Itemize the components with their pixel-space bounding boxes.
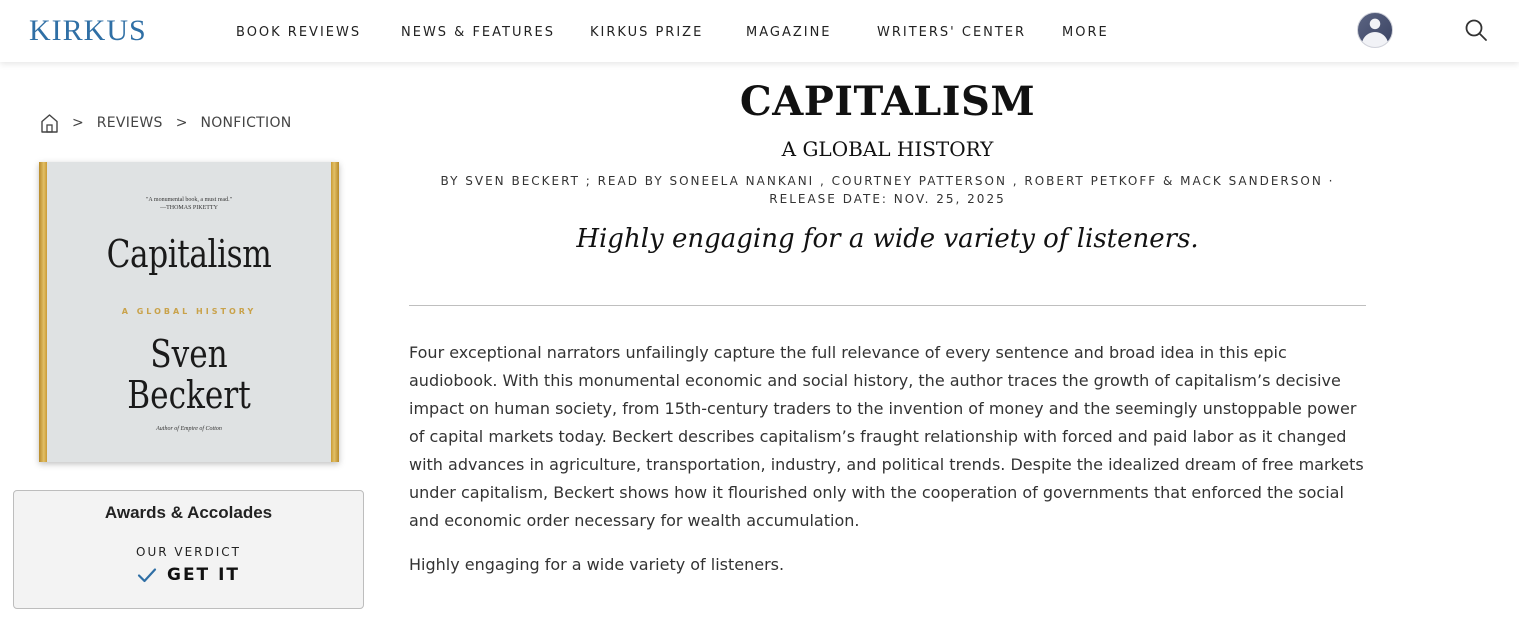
- breadcrumb-reviews[interactable]: REVIEWS: [97, 115, 163, 131]
- breadcrumb-nonfiction[interactable]: NONFICTION: [200, 115, 291, 131]
- pull-quote: Highly engaging for a wide variety of li…: [576, 224, 1199, 254]
- nav-book-reviews[interactable]: BOOK REVIEWS: [236, 25, 361, 40]
- nav-magazine[interactable]: MAGAZINE: [746, 25, 832, 40]
- top-navigation-bar: KIRKUS BOOK REVIEWS NEWS & FEATURES KIRK…: [0, 0, 1519, 62]
- cover-quote: "A monumental book, a must read." —THOMA…: [39, 196, 339, 212]
- user-avatar[interactable]: [1357, 12, 1393, 48]
- review-body: Four exceptional narrators unfailingly c…: [409, 343, 1364, 530]
- cover-quote-attribution: —THOMAS PIKETTY: [160, 205, 218, 211]
- breadcrumb-separator: >: [72, 115, 84, 131]
- cover-quote-text: "A monumental book, a must read.": [145, 197, 233, 203]
- cover-author-note: Author of Empire of Cotton: [156, 426, 222, 432]
- book-byline: BY SVEN BECKERT ; READ BY SONEELA NANKAN…: [440, 174, 1335, 206]
- nav-news-features[interactable]: NEWS & FEATURES: [401, 25, 555, 40]
- home-icon[interactable]: [40, 113, 59, 133]
- cover-subtitle: A GLOBAL HISTORY: [121, 307, 257, 316]
- book-title: CAPITALISM: [739, 78, 1036, 125]
- nav-writers-center[interactable]: WRITERS' CENTER: [877, 25, 1026, 40]
- review-bottom-line: Highly engaging for a wide variety of li…: [409, 555, 785, 574]
- awards-title: Awards & Accolades: [104, 503, 273, 522]
- breadcrumb: > REVIEWS > NONFICTION: [40, 112, 292, 134]
- divider: [409, 305, 1366, 306]
- book-subtitle: A GLOBAL HISTORY: [781, 137, 994, 161]
- nav-more[interactable]: MORE: [1062, 25, 1109, 40]
- breadcrumb-separator: >: [175, 115, 188, 131]
- check-icon: [137, 568, 157, 583]
- cover-author: Sven Beckert: [66, 334, 312, 416]
- nav-kirkus-prize[interactable]: KIRKUS PRIZE: [590, 25, 703, 40]
- cover-author-last: Beckert: [127, 373, 251, 417]
- kirkus-logo[interactable]: KIRKUS: [29, 14, 147, 48]
- search-icon[interactable]: [1464, 18, 1488, 42]
- cover-author-first: Sven: [150, 332, 228, 376]
- awards-box: Awards & Accolades OUR VERDICT GET IT: [13, 490, 364, 609]
- book-cover[interactable]: "A monumental book, a must read." —THOMA…: [39, 162, 339, 462]
- verdict-label: OUR VERDICT: [136, 545, 241, 559]
- verdict-value: GET IT: [166, 565, 240, 585]
- cover-title: Capitalism: [106, 232, 272, 276]
- verdict-row: GET IT: [14, 565, 363, 585]
